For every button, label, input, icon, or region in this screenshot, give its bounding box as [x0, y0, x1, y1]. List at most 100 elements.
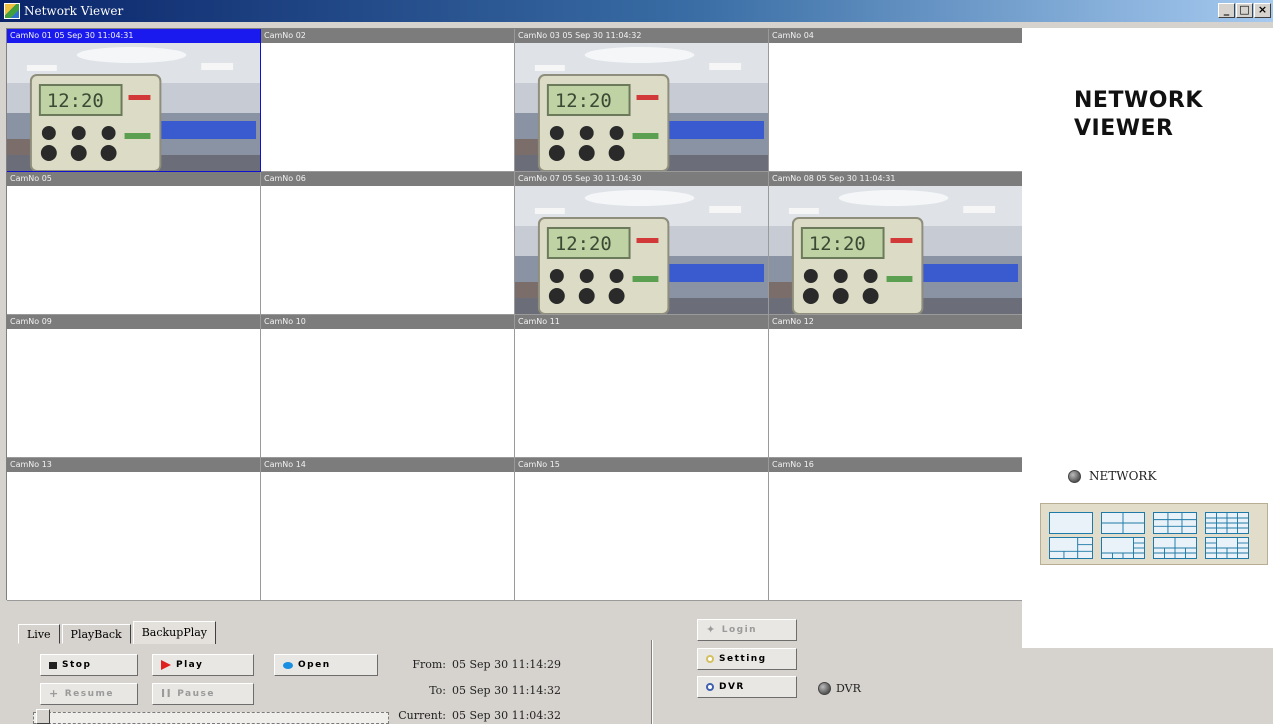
resume-button-label: Resume — [64, 689, 114, 699]
camera-feed: 12:20 — [515, 186, 768, 314]
dvr-indicator-label: DVR — [836, 682, 861, 695]
svg-text:12:20: 12:20 — [555, 233, 612, 255]
play-button-label: Play — [176, 660, 204, 670]
playback-slider-thumb[interactable] — [36, 709, 50, 724]
layout-single-icon[interactable] — [1049, 512, 1093, 534]
camera-cell[interactable]: CamNo 04 — [769, 29, 1023, 172]
dvr-button[interactable]: DVR — [697, 676, 797, 698]
camera-feed-icon: 12:20 — [7, 43, 260, 171]
camera-cell[interactable]: CamNo 12 — [769, 315, 1023, 458]
tab-backupplay[interactable]: BackupPlay — [132, 621, 217, 644]
camera-cell-label: CamNo 05 — [7, 172, 260, 186]
current-time-row: Current: 05 Sep 30 11:04:32 — [396, 709, 561, 722]
camera-cell-label: CamNo 09 — [7, 315, 260, 329]
maximize-button[interactable]: □ — [1236, 3, 1253, 18]
pause-button[interactable]: II Pause — [152, 683, 254, 705]
camera-cell-label: CamNo 01 05 Sep 30 11:04:31 — [7, 29, 260, 43]
camera-feed: 12:20 — [769, 186, 1022, 314]
camera-cell-label: CamNo 06 — [261, 172, 514, 186]
stop-button[interactable]: Stop — [40, 654, 138, 676]
open-button[interactable]: Open — [274, 654, 378, 676]
camera-cell-label: CamNo 15 — [515, 458, 768, 472]
current-time-value: 05 Sep 30 11:04:32 — [452, 709, 561, 722]
camera-cell[interactable]: CamNo 11 — [515, 315, 769, 458]
camera-cell-label: CamNo 11 — [515, 315, 768, 329]
tab-playback[interactable]: PlayBack — [61, 624, 131, 644]
playback-slider-track[interactable] — [33, 712, 389, 724]
login-icon: ✦ — [706, 623, 717, 636]
camera-cell[interactable]: CamNo 14 — [261, 458, 515, 601]
login-button[interactable]: ✦ Login — [697, 619, 797, 641]
camera-cell-label: CamNo 08 05 Sep 30 11:04:31 — [769, 172, 1022, 186]
camera-cell[interactable]: CamNo 06 — [261, 172, 515, 315]
camera-cell[interactable]: CamNo 13 — [7, 458, 261, 601]
stop-icon — [49, 661, 57, 669]
camera-feed-icon: 12:20 — [515, 43, 768, 171]
camera-cell-label: CamNo 10 — [261, 315, 514, 329]
layout-eight-icon[interactable] — [1101, 537, 1145, 559]
open-icon — [283, 661, 293, 669]
layout-thirteen-icon[interactable] — [1205, 537, 1249, 559]
camera-cell-label: CamNo 03 05 Sep 30 11:04:32 — [515, 29, 768, 43]
dvr-status-led-icon — [818, 682, 831, 695]
app-icon — [4, 3, 20, 19]
camera-cell[interactable]: CamNo 16 — [769, 458, 1023, 601]
camera-feed-icon: 12:20 — [515, 186, 768, 314]
camera-cell-label: CamNo 16 — [769, 458, 1022, 472]
from-time-label: From: — [412, 658, 446, 671]
camera-cell[interactable]: CamNo 07 05 Sep 30 11:04:30 12:20 — [515, 172, 769, 315]
camera-cell-label: CamNo 02 — [261, 29, 514, 43]
brand-title-line1: NETWORK — [1074, 88, 1203, 113]
network-indicator: NETWORK — [1068, 469, 1156, 483]
to-time-value: 05 Sep 30 11:14:32 — [452, 684, 561, 697]
from-time-row: From: 05 Sep 30 11:14:29 — [396, 658, 561, 671]
camera-cell-label: CamNo 13 — [7, 458, 260, 472]
resume-icon: + — [49, 687, 60, 700]
play-button[interactable]: Play — [152, 654, 254, 676]
close-button[interactable]: × — [1254, 3, 1271, 18]
camera-cell[interactable]: CamNo 08 05 Sep 30 11:04:31 12:20 — [769, 172, 1023, 315]
camera-cell[interactable]: CamNo 10 — [261, 315, 515, 458]
pause-icon: II — [161, 687, 173, 700]
layout-nine-icon[interactable] — [1153, 512, 1197, 534]
camera-cell-label: CamNo 04 — [769, 29, 1022, 43]
window-title: Network Viewer — [24, 4, 124, 18]
mode-tabs: Live PlayBack BackupPlay — [18, 621, 218, 644]
setting-button[interactable]: Setting — [697, 648, 797, 670]
camera-cell[interactable]: CamNo 02 — [261, 29, 515, 172]
resume-button[interactable]: + Resume — [40, 683, 138, 705]
minimize-button[interactable]: _ — [1218, 3, 1235, 18]
to-time-label: To: — [429, 684, 446, 697]
network-viewer-window: Network Viewer _ □ × CamNo 01 05 Sep 30 … — [0, 0, 1273, 724]
dvr-indicator: DVR — [818, 682, 861, 695]
pause-button-label: Pause — [177, 689, 215, 699]
dvr-icon — [706, 683, 714, 691]
login-button-label: Login — [721, 625, 758, 635]
layout-sixteen-icon[interactable] — [1205, 512, 1249, 534]
title-bar[interactable]: Network Viewer _ □ × — [0, 0, 1273, 22]
control-divider — [651, 640, 653, 724]
layout-ten-icon[interactable] — [1153, 537, 1197, 559]
svg-text:12:20: 12:20 — [47, 90, 104, 112]
setting-button-label: Setting — [719, 654, 767, 664]
dvr-button-label: DVR — [719, 682, 745, 692]
camera-feed-icon: 12:20 — [769, 186, 1022, 314]
camera-cell[interactable]: CamNo 05 — [7, 172, 261, 315]
stop-button-label: Stop — [62, 660, 92, 670]
camera-cell[interactable]: CamNo 09 — [7, 315, 261, 458]
layout-six-icon[interactable] — [1049, 537, 1093, 559]
layout-selector — [1040, 503, 1268, 565]
camera-feed: 12:20 — [515, 43, 768, 171]
open-button-label: Open — [298, 660, 331, 670]
camera-cell-label: CamNo 12 — [769, 315, 1022, 329]
svg-text:12:20: 12:20 — [809, 233, 866, 255]
tab-live[interactable]: Live — [18, 624, 60, 644]
camera-cell[interactable]: CamNo 01 05 Sep 30 11:04:31 12:20 — [7, 29, 261, 172]
camera-cell[interactable]: CamNo 03 05 Sep 30 11:04:32 12:20 — [515, 29, 769, 172]
camera-cell[interactable]: CamNo 15 — [515, 458, 769, 601]
network-indicator-label: NETWORK — [1089, 469, 1157, 483]
svg-text:12:20: 12:20 — [555, 90, 612, 112]
play-icon — [161, 660, 171, 670]
network-status-led-icon — [1068, 469, 1081, 483]
layout-quad-icon[interactable] — [1101, 512, 1145, 534]
